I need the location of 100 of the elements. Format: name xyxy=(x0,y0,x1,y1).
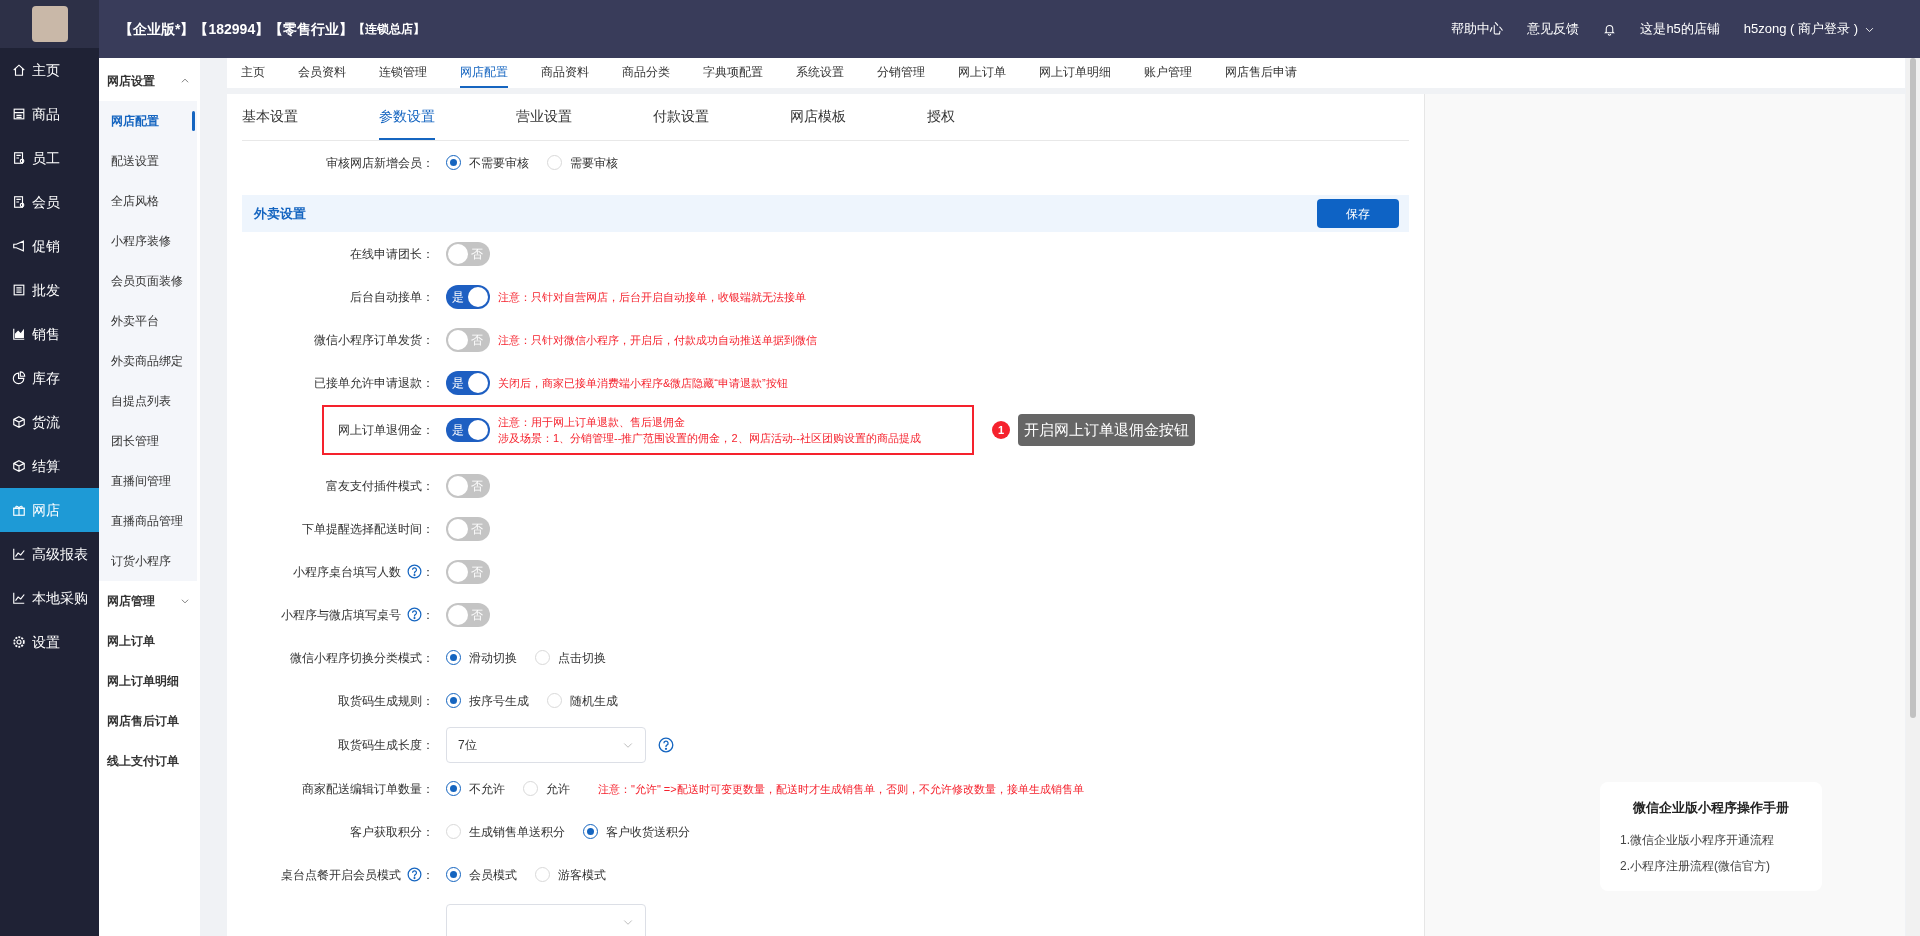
megaphone-icon xyxy=(12,239,26,253)
bell-icon[interactable] xyxy=(1603,22,1617,36)
toggle-switch[interactable]: 是 xyxy=(446,370,490,395)
label-colon: ： xyxy=(422,154,434,172)
menu-group-header[interactable]: 网店设置 xyxy=(99,61,200,101)
tab[interactable]: 网上订单 xyxy=(958,58,1006,88)
radio-option[interactable]: 不需要审核 xyxy=(446,153,529,172)
user-menu[interactable]: h5zong ( 商户登录 ) xyxy=(1743,19,1875,39)
tab[interactable]: 系统设置 xyxy=(796,58,844,88)
radio-option[interactable]: 按序号生成 xyxy=(446,691,529,710)
line-chart-icon xyxy=(12,547,26,561)
scrollbar[interactable] xyxy=(1906,58,1920,936)
field-label: 取货码生成长度 xyxy=(338,736,422,754)
radio-option[interactable]: 允许 xyxy=(523,779,570,798)
help-icon[interactable] xyxy=(407,564,422,579)
tab[interactable]: 营业设置 xyxy=(516,94,572,140)
scrollbar-thumb[interactable] xyxy=(1910,58,1916,718)
tab[interactable]: 网上订单明细 xyxy=(1039,58,1111,88)
warning-note: 注意："允许" =>配送时可变更数量，配送时才生成销售单，否则，不允许修改数量，接单生成销售单 xyxy=(598,781,1084,797)
label-colon: ： xyxy=(422,477,434,495)
radio-option[interactable]: 游客模式 xyxy=(535,865,606,884)
id-card-icon xyxy=(12,151,26,165)
help-icon[interactable] xyxy=(407,867,422,882)
save-button[interactable]: 保存 xyxy=(1317,199,1399,228)
submenu-item[interactable]: 自提点列表 xyxy=(99,381,197,421)
tab[interactable]: 付款设置 xyxy=(653,94,709,140)
nav-item[interactable]: 库存 xyxy=(0,356,99,400)
avatar-photo-placeholder[interactable] xyxy=(31,6,68,42)
submenu-item[interactable]: 外卖平台 xyxy=(99,301,197,341)
radio-option[interactable]: 不允许 xyxy=(446,779,505,798)
nav-item[interactable]: 员工 xyxy=(0,136,99,180)
tab[interactable]: 会员资料 xyxy=(298,58,346,88)
nav-item[interactable]: 促销 xyxy=(0,224,99,268)
radio-option[interactable]: 会员模式 xyxy=(446,865,517,884)
nav-item[interactable]: 高级报表 xyxy=(0,532,99,576)
nav-item[interactable]: 商品 xyxy=(0,92,99,136)
tab[interactable]: 参数设置 xyxy=(379,94,435,140)
radio-option[interactable]: 客户收货送积分 xyxy=(583,822,690,841)
field-label: 在线申请团长 xyxy=(350,245,422,263)
field-label: 商家配送编辑订单数量 xyxy=(302,780,422,798)
submenu-item[interactable]: 网上订单 xyxy=(99,621,200,661)
toggle-switch[interactable]: 是 xyxy=(446,418,490,442)
nav-item[interactable]: 本地采购 xyxy=(0,576,99,620)
submenu-item[interactable]: 会员页面装修 xyxy=(99,261,197,301)
tab[interactable]: 分销管理 xyxy=(877,58,925,88)
field-label: 小程序桌台填写人数 xyxy=(293,563,401,581)
nav-item[interactable]: 批发 xyxy=(0,268,99,312)
menu-group-header[interactable]: 网店管理 xyxy=(99,581,200,621)
nav-item[interactable]: 设置 xyxy=(0,620,99,664)
help-icon[interactable] xyxy=(407,607,422,622)
submenu-item[interactable]: 配送设置 xyxy=(99,141,197,181)
tab[interactable]: 基本设置 xyxy=(242,94,298,140)
submenu-item[interactable]: 网上订单明细 xyxy=(99,661,200,701)
submenu-item[interactable]: 网店配置 xyxy=(99,101,197,141)
field-label: 客户获取积分 xyxy=(350,823,422,841)
field-label: 已接单允许申请退款 xyxy=(314,374,422,392)
submenu-item[interactable]: 小程序装修 xyxy=(99,221,197,261)
label-colon: ： xyxy=(422,331,434,349)
nav-item[interactable]: 主页 xyxy=(0,48,99,92)
submenu-item[interactable]: 直播商品管理 xyxy=(99,501,197,541)
tooltip: 开启网上订单退佣金按钮 xyxy=(1018,414,1195,446)
toggle-switch[interactable]: 是 xyxy=(446,284,490,309)
submenu-item[interactable]: 订货小程序 xyxy=(99,541,197,581)
tab[interactable]: 授权 xyxy=(927,94,955,140)
label-colon: ： xyxy=(422,823,434,841)
nav-item[interactable]: 销售 xyxy=(0,312,99,356)
radio-option[interactable]: 需要审核 xyxy=(547,153,618,172)
nav-item[interactable]: 会员 xyxy=(0,180,99,224)
tab[interactable]: 网店模板 xyxy=(790,94,846,140)
tab[interactable]: 网店配置 xyxy=(460,58,508,88)
header-link[interactable]: 意见反馈 xyxy=(1527,19,1580,39)
field-label: 富友支付插件模式 xyxy=(326,477,422,495)
tab[interactable]: 商品分类 xyxy=(622,58,670,88)
tab[interactable]: 连锁管理 xyxy=(379,58,427,88)
warning-note: 涉及场景：1、分销管理--推广范围设置的佣金，2、网店活动--社区团购设置的商品提成 xyxy=(498,431,921,446)
submenu-item[interactable]: 全店风格 xyxy=(99,181,197,221)
radio-option[interactable]: 生成销售单送积分 xyxy=(446,822,565,841)
submenu-item[interactable]: 外卖商品绑定 xyxy=(99,341,197,381)
submenu-item[interactable]: 网店售后订单 xyxy=(99,701,200,741)
tab[interactable]: 主页 xyxy=(241,58,265,88)
submenu-item[interactable]: 直播间管理 xyxy=(99,461,197,501)
help-icon[interactable] xyxy=(658,736,674,753)
manual-link[interactable]: 1.微信企业版小程序开通流程 xyxy=(1620,831,1802,849)
tab[interactable]: 商品资料 xyxy=(541,58,589,88)
radio-option[interactable]: 点击切换 xyxy=(535,648,606,667)
nav-item[interactable]: 结算 xyxy=(0,444,99,488)
label-colon: ： xyxy=(422,520,434,538)
manual-title: 微信企业版小程序操作手册 xyxy=(1632,798,1790,817)
tab[interactable]: 字典项配置 xyxy=(703,58,763,88)
tab[interactable]: 账户管理 xyxy=(1144,58,1192,88)
submenu-item[interactable]: 线上支付订单 xyxy=(99,741,200,781)
radio-option[interactable]: 随机生成 xyxy=(547,691,618,710)
tab[interactable]: 网店售后申请 xyxy=(1225,58,1297,88)
submenu-item[interactable]: 团长管理 xyxy=(99,421,197,461)
dropdown[interactable]: 7位 xyxy=(446,726,646,763)
radio-option[interactable]: 滑动切换 xyxy=(446,648,517,667)
header-tag: 【零售行业】 xyxy=(269,18,354,40)
nav-item[interactable]: 货流 xyxy=(0,400,99,444)
manual-link[interactable]: 2.小程序注册流程(微信官方) xyxy=(1620,857,1802,875)
header-link[interactable]: 帮助中心 xyxy=(1451,19,1504,39)
